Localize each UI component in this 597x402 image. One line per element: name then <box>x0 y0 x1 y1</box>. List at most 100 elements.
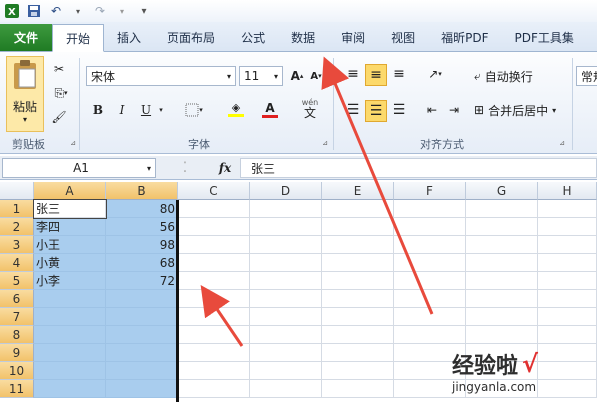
row-header[interactable]: 8 <box>0 326 34 344</box>
cell[interactable] <box>394 236 466 254</box>
cell[interactable] <box>538 218 597 236</box>
cell[interactable] <box>250 362 322 380</box>
cell[interactable] <box>34 344 106 362</box>
align-middle-icon[interactable]: ≡ <box>365 64 387 86</box>
align-right-icon[interactable]: ☰ <box>389 100 409 120</box>
font-size-select[interactable]: 11 ▾ <box>239 66 283 86</box>
align-left-icon[interactable]: ☰ <box>343 100 363 120</box>
copy-icon[interactable]: ⎘ ▾ <box>50 84 72 102</box>
cell[interactable]: 98 <box>106 236 178 254</box>
cell[interactable] <box>322 290 394 308</box>
row-header[interactable]: 7 <box>0 308 34 326</box>
cell[interactable] <box>322 326 394 344</box>
number-format-select[interactable]: 常规 <box>576 66 597 86</box>
cell[interactable] <box>178 308 250 326</box>
cell[interactable]: 56 <box>106 218 178 236</box>
tab-page-layout[interactable]: 页面布局 <box>154 24 228 51</box>
dialog-launcher-icon[interactable]: ⊿ <box>68 138 78 148</box>
undo-icon[interactable]: ↶ <box>48 3 64 19</box>
cell[interactable] <box>178 236 250 254</box>
cell[interactable] <box>178 326 250 344</box>
chevron-down-icon[interactable]: ▾ <box>156 100 166 120</box>
tab-view[interactable]: 视图 <box>378 24 428 51</box>
cell[interactable] <box>106 362 178 380</box>
cell[interactable]: 68 <box>106 254 178 272</box>
tab-review[interactable]: 审阅 <box>328 24 378 51</box>
cell[interactable] <box>466 200 538 218</box>
cell[interactable] <box>466 290 538 308</box>
cell[interactable] <box>466 218 538 236</box>
cell[interactable] <box>322 218 394 236</box>
cell[interactable] <box>34 380 106 398</box>
italic-button[interactable]: I <box>112 100 132 120</box>
customize-qat-icon[interactable]: ▾ <box>136 3 152 19</box>
bold-button[interactable]: B <box>88 100 108 120</box>
chevron-down-icon[interactable]: ▾ <box>114 3 130 19</box>
cell[interactable] <box>394 254 466 272</box>
cell[interactable] <box>106 344 178 362</box>
tab-formulas[interactable]: 公式 <box>228 24 278 51</box>
column-header[interactable]: G <box>466 182 538 200</box>
cell[interactable] <box>394 326 466 344</box>
paste-button[interactable]: 粘贴 ▾ <box>6 56 44 132</box>
row-header[interactable]: 4 <box>0 254 34 272</box>
tab-file[interactable]: 文件 <box>0 24 53 51</box>
cell[interactable] <box>394 290 466 308</box>
cell[interactable] <box>106 326 178 344</box>
tab-data[interactable]: 数据 <box>278 24 328 51</box>
cell[interactable] <box>466 254 538 272</box>
cell[interactable] <box>322 200 394 218</box>
column-header[interactable]: E <box>322 182 394 200</box>
phonetic-icon[interactable]: wén 文 <box>298 96 322 122</box>
decrease-font-icon[interactable]: A ▾ <box>308 66 324 86</box>
select-all-corner[interactable] <box>0 182 34 200</box>
cell[interactable] <box>178 218 250 236</box>
column-header[interactable]: A <box>34 182 106 200</box>
cell[interactable] <box>538 200 597 218</box>
cell[interactable] <box>322 236 394 254</box>
tab-pdf-tools[interactable]: PDF工具集 <box>502 24 587 51</box>
decrease-indent-icon[interactable]: ⇤ <box>422 100 442 120</box>
cell[interactable] <box>250 254 322 272</box>
increase-font-icon[interactable]: A ▴ <box>289 66 305 86</box>
dialog-launcher-icon[interactable]: ⊿ <box>557 138 567 148</box>
cell[interactable] <box>250 326 322 344</box>
column-header[interactable]: D <box>250 182 322 200</box>
cell[interactable] <box>394 200 466 218</box>
cell[interactable] <box>250 236 322 254</box>
increase-indent-icon[interactable]: ⇥ <box>444 100 464 120</box>
cell[interactable]: 小黄 <box>34 254 106 272</box>
cell[interactable] <box>394 272 466 290</box>
cell[interactable] <box>178 380 250 398</box>
tab-home[interactable]: 开始 <box>52 24 105 52</box>
row-header[interactable]: 5 <box>0 272 34 290</box>
cell[interactable] <box>322 272 394 290</box>
formula-input[interactable]: 张三 <box>240 158 597 178</box>
cell[interactable]: 李四 <box>34 218 106 236</box>
cell[interactable] <box>178 290 250 308</box>
cell[interactable] <box>322 362 394 380</box>
cell[interactable]: 小王 <box>34 236 106 254</box>
cell[interactable] <box>250 218 322 236</box>
tab-insert[interactable]: 插入 <box>104 24 154 51</box>
insert-function-icon[interactable]: fx <box>214 158 236 178</box>
row-header[interactable]: 11 <box>0 380 34 398</box>
cell[interactable] <box>250 344 322 362</box>
font-name-select[interactable]: 宋体 ▾ <box>86 66 236 86</box>
orientation-icon[interactable]: ↗ ▾ <box>422 64 448 84</box>
cell[interactable] <box>250 308 322 326</box>
font-color-icon[interactable]: A <box>256 98 284 120</box>
cell[interactable] <box>394 218 466 236</box>
tab-foxit-pdf[interactable]: 福昕PDF <box>428 24 501 51</box>
cell[interactable] <box>178 344 250 362</box>
row-header[interactable]: 6 <box>0 290 34 308</box>
dialog-launcher-icon[interactable]: ⊿ <box>320 138 330 148</box>
format-painter-icon[interactable]: 🖌 <box>50 108 68 126</box>
cell[interactable] <box>538 272 597 290</box>
wrap-text-button[interactable]: ⤶ 自动换行 <box>474 66 564 86</box>
cell[interactable] <box>466 272 538 290</box>
cell[interactable] <box>538 326 597 344</box>
cell[interactable]: 72 <box>106 272 178 290</box>
column-header[interactable]: B <box>106 182 178 200</box>
cell[interactable] <box>322 308 394 326</box>
